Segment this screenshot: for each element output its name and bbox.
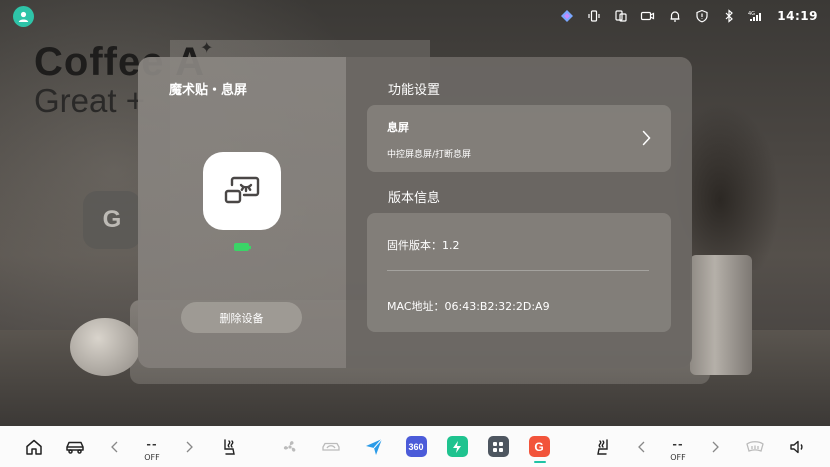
firmware-version: 固件版本：1.2	[387, 239, 460, 252]
chevron-left-icon	[110, 441, 117, 452]
device-dialog: 魔术贴・息屏 删除设备 功能设置 息屏 中控屏息屏/打断息屏 版本信息 固件版本…	[138, 57, 692, 368]
left-temp-decrease[interactable]	[106, 426, 122, 467]
device-pane: 魔术贴・息屏 删除设备	[138, 57, 346, 368]
volume-button[interactable]	[784, 426, 810, 467]
user-icon	[18, 11, 29, 22]
bluetooth-icon[interactable]	[715, 0, 742, 32]
left-temp-state: OFF	[144, 453, 160, 462]
status-icons: 4G 14:19	[553, 0, 818, 32]
active-app-indicator	[534, 461, 546, 463]
decor-ball	[70, 318, 140, 376]
seat-heat-left-button[interactable]	[216, 426, 242, 467]
mac-address: MAC地址：06:43:B2:32:2D:A9	[387, 300, 550, 313]
lightning-app-icon	[446, 436, 468, 457]
left-temp-increase[interactable]	[181, 426, 197, 467]
device-image	[203, 152, 281, 230]
home-icon	[26, 439, 42, 455]
grid-app-icon	[487, 436, 509, 457]
chevron-right-icon	[186, 441, 193, 452]
left-temp-value: --	[146, 438, 158, 451]
seat-heat-icon	[597, 438, 608, 455]
send-app-icon	[366, 438, 383, 455]
seat-heat-right-button[interactable]	[590, 426, 616, 467]
vibrate-icon[interactable]	[580, 0, 607, 32]
network-label: 4G	[748, 11, 755, 17]
right-temp-state: OFF	[670, 453, 686, 462]
bell-icon[interactable]	[661, 0, 688, 32]
g-app-icon: G	[528, 436, 550, 457]
version-section-title: 版本信息	[388, 191, 441, 206]
defrost-icon	[746, 440, 764, 452]
bg-subline: Great +	[34, 82, 145, 119]
speaker-icon	[790, 440, 803, 453]
chevron-right-icon	[712, 441, 719, 452]
sparkle-icon: ✦	[200, 38, 214, 57]
divider	[387, 270, 649, 271]
dock-app-360[interactable]: 360	[404, 426, 428, 467]
screen-off-setting-row[interactable]: 息屏 中控屏息屏/打断息屏	[367, 105, 671, 172]
right-temp-value: --	[672, 438, 684, 451]
battery-indicator	[234, 243, 251, 251]
version-info-card: 固件版本：1.2 MAC地址：06:43:B2:32:2D:A9	[367, 213, 671, 332]
air-recirculation-icon	[322, 442, 340, 451]
defrost-button[interactable]	[742, 426, 768, 467]
delete-device-button[interactable]: 删除设备	[181, 302, 302, 333]
car-icon	[66, 441, 84, 454]
user-avatar-button[interactable]	[13, 6, 34, 27]
vehicle-button[interactable]	[62, 426, 88, 467]
shield-icon[interactable]	[688, 0, 715, 32]
bg-app-tile: G	[83, 191, 141, 249]
home-button[interactable]	[21, 426, 47, 467]
function-section-title: 功能设置	[388, 83, 441, 98]
chevron-right-icon	[642, 130, 651, 146]
setting-label: 息屏	[387, 121, 409, 134]
dock-app-power[interactable]	[445, 426, 469, 467]
camera-icon[interactable]	[634, 0, 661, 32]
cellular-4g-icon: 4G	[742, 0, 769, 32]
phone-link-icon[interactable]	[607, 0, 634, 32]
plant-pot	[690, 255, 752, 375]
right-temp-increase[interactable]	[707, 426, 723, 467]
app-logo-icon[interactable]	[553, 0, 580, 32]
bottom-dock: -- OFF 360 G -- OFF	[0, 426, 830, 467]
right-temp-decrease[interactable]	[633, 426, 649, 467]
360-app-icon: 360	[405, 436, 427, 457]
setting-description: 中控屏息屏/打断息屏	[387, 150, 472, 160]
chevron-left-icon	[637, 441, 644, 452]
air-circulation-button[interactable]	[318, 426, 344, 467]
status-bar: 4G 14:19	[0, 0, 830, 32]
clock: 14:19	[777, 9, 818, 23]
fan-button[interactable]	[277, 426, 303, 467]
seat-heat-icon	[224, 438, 235, 455]
device-name: 魔术贴・息屏	[169, 83, 248, 98]
screen-off-device-icon	[224, 176, 260, 204]
dock-app-send[interactable]	[362, 426, 386, 467]
dock-app-grid[interactable]	[486, 426, 510, 467]
fan-icon	[283, 440, 296, 452]
